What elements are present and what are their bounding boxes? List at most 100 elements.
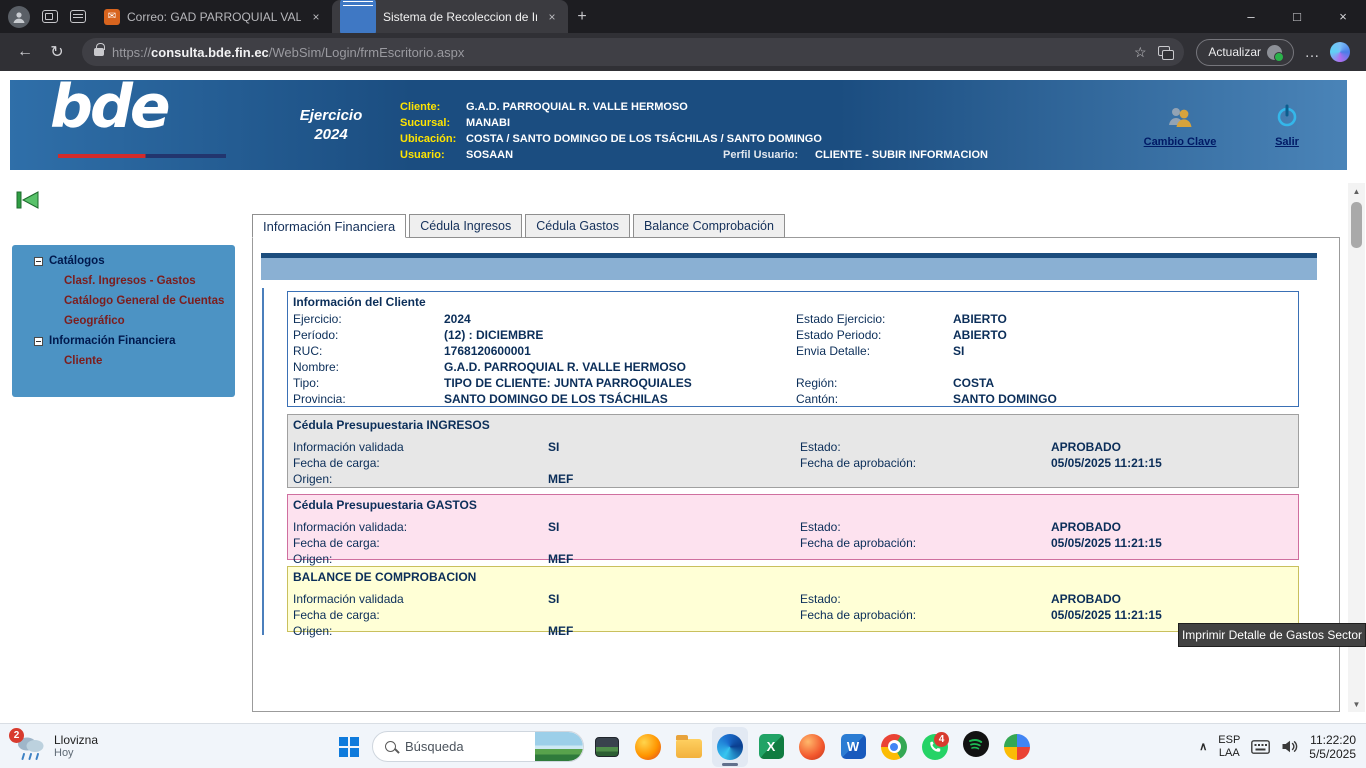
vertical-tabs-icon[interactable] (70, 10, 86, 23)
field-value: TIPO DE CLIENTE: JUNTA PARROQUIALES (444, 376, 796, 390)
taskbar-file-explorer[interactable] (671, 727, 707, 767)
taskbar-edge[interactable] (712, 727, 748, 767)
workspaces-icon[interactable] (42, 10, 58, 23)
url-domain: consulta.bde.fin.ec (151, 45, 269, 60)
search-daily-image[interactable] (535, 732, 583, 761)
sidebar-item-cliente[interactable]: Cliente (12, 351, 235, 371)
taskbar-photos[interactable] (589, 727, 625, 767)
refresh-button[interactable]: ↻ (44, 39, 70, 65)
taskbar-office[interactable] (794, 727, 830, 767)
header-row: Usuario: SOSAAN Perfil Usuario: CLIENTE … (400, 147, 988, 163)
field-label: Estado Periodo: (796, 328, 953, 342)
sidebar-item-catalogos[interactable]: Catálogos (12, 251, 235, 271)
tab-informacion-financiera[interactable]: Información Financiera (252, 214, 406, 238)
field-label: Tipo: (293, 376, 444, 390)
office-icon (799, 734, 825, 760)
salir-link[interactable]: Salir (1257, 98, 1317, 150)
scroll-up-arrow[interactable]: ▲ (1348, 183, 1365, 199)
spotify-icon (963, 731, 989, 762)
field-value: 05/05/2025 11:21:15 (1051, 608, 1162, 622)
tab-cedula-gastos[interactable]: Cédula Gastos (525, 214, 630, 238)
field-label: Período: (293, 328, 444, 342)
sidebar-item-clasf-ingresos-gastos[interactable]: Clasf. Ingresos - Gastos (12, 271, 235, 291)
field-value: SI (548, 520, 800, 534)
scroll-down-arrow[interactable]: ▼ (1348, 696, 1365, 712)
hidden-icons-chevron[interactable]: ∧ (1199, 740, 1207, 753)
tab-balance-comprobacion[interactable]: Balance Comprobación (633, 214, 785, 238)
content-tabstrip: Información Financiera Cédula Ingresos C… (252, 214, 788, 238)
tab-close-icon[interactable]: × (544, 9, 560, 25)
url-path: /WebSim/Login/frmEscritorio.aspx (269, 45, 465, 60)
field-label: Nombre: (293, 360, 444, 374)
copilot-icon[interactable] (1330, 42, 1350, 62)
info-row: Fecha de carga: Fecha de aprobación: 05/… (293, 455, 1293, 471)
language-line1: ESP (1218, 734, 1240, 747)
field-value: APROBADO (1051, 520, 1121, 534)
start-button[interactable] (331, 727, 367, 767)
info-row: Fecha de carga: Fecha de aprobación: 05/… (293, 535, 1293, 551)
tab-title: Correo: GAD PARROQUIAL VALLE (127, 10, 301, 24)
collapse-minus-icon[interactable] (34, 337, 43, 346)
collections-icon[interactable] (1158, 46, 1172, 58)
sidebar-item-catalogo-general-cuentas[interactable]: Catálogo General de Cuentas (12, 291, 235, 311)
minimize-button[interactable]: – (1228, 0, 1274, 33)
profile-avatar-icon[interactable] (8, 6, 30, 28)
search-box[interactable]: Búsqueda (372, 731, 584, 762)
header-row: Cliente: G.A.D. PARROQUIAL R. VALLE HERM… (400, 99, 988, 115)
box-title: Información del Cliente (293, 295, 1293, 311)
collapse-menu-button[interactable] (16, 190, 42, 215)
taskbar-word[interactable]: W (835, 727, 871, 767)
client-info-box: Información del Cliente Ejercicio: 2024 … (287, 291, 1299, 407)
taskbar: 2 Llovizna Hoy Búsqueda X (0, 723, 1366, 768)
cambio-clave-link[interactable]: Cambio Clave (1137, 98, 1223, 150)
field-value: MEF (548, 472, 800, 486)
sidebar-item-informacion-financiera[interactable]: Información Financiera (12, 331, 235, 351)
tab-close-icon[interactable]: × (308, 9, 324, 25)
taskbar-chrome[interactable] (876, 727, 912, 767)
field-label: Fecha de carga: (293, 608, 548, 622)
browser-tab-sistema[interactable]: Sistema de Recoleccion de Inform × (332, 0, 568, 33)
field-value: MEF (548, 552, 800, 566)
actualizar-label: Actualizar (1208, 45, 1261, 59)
field-label: Información validada (293, 440, 548, 454)
collapse-minus-icon[interactable] (34, 257, 43, 266)
info-row: Origen: MEF (293, 471, 1293, 487)
touch-keyboard-icon[interactable] (1251, 740, 1270, 754)
weather-icon-wrap: 2 (14, 731, 46, 763)
system-tray: ∧ ESP LAA 11:22:20 5/5/2025 (1199, 724, 1356, 768)
firefox-icon (635, 734, 661, 760)
taskbar-google[interactable] (999, 727, 1035, 767)
tab-cedula-ingresos[interactable]: Cédula Ingresos (409, 214, 522, 238)
browser-menu-icon[interactable]: … (1300, 40, 1324, 64)
taskbar-firefox[interactable] (630, 727, 666, 767)
clock-date: 5/5/2025 (1309, 747, 1356, 761)
actualizar-button[interactable]: Actualizar (1196, 39, 1294, 66)
volume-icon[interactable] (1281, 739, 1298, 754)
sidebar-item-geografico[interactable]: Geográfico (12, 311, 235, 331)
info-row: Origen: MEF (293, 551, 1293, 567)
field-label: Ejercicio: (293, 312, 444, 326)
field-label: Cliente: (400, 101, 466, 113)
field-label: Fecha de aprobación: (800, 608, 1051, 622)
scrollbar-thumb[interactable] (1351, 202, 1362, 248)
info-row: Nombre: G.A.D. PARROQUIAL R. VALLE HERMO… (293, 359, 1293, 375)
window-close-button[interactable]: × (1320, 0, 1366, 33)
clock-widget[interactable]: 11:22:20 5/5/2025 (1309, 733, 1356, 761)
taskbar-excel[interactable]: X (753, 727, 789, 767)
language-indicator[interactable]: ESP LAA (1218, 734, 1240, 760)
field-value: SOSAAN (466, 149, 723, 161)
field-label: Perfil Usuario: (723, 149, 815, 161)
browser-tab-mail[interactable]: ✉ Correo: GAD PARROQUIAL VALLE × (96, 0, 332, 33)
weather-widget[interactable]: 2 Llovizna Hoy (8, 724, 104, 768)
new-tab-button[interactable]: + (568, 3, 596, 31)
field-value: SI (953, 344, 964, 358)
favorite-star-icon[interactable]: ☆ (1130, 44, 1150, 61)
url-bar[interactable]: https://consulta.bde.fin.ec/WebSim/Login… (82, 38, 1184, 66)
field-value: COSTA (953, 376, 994, 390)
maximize-button[interactable]: □ (1274, 0, 1320, 33)
taskbar-spotify[interactable] (958, 727, 994, 767)
google-icon (1004, 734, 1030, 760)
taskbar-whatsapp[interactable]: 4 (917, 727, 953, 767)
url-text[interactable]: https://consulta.bde.fin.ec/WebSim/Login… (112, 45, 1122, 60)
back-button[interactable]: ← (12, 39, 38, 65)
